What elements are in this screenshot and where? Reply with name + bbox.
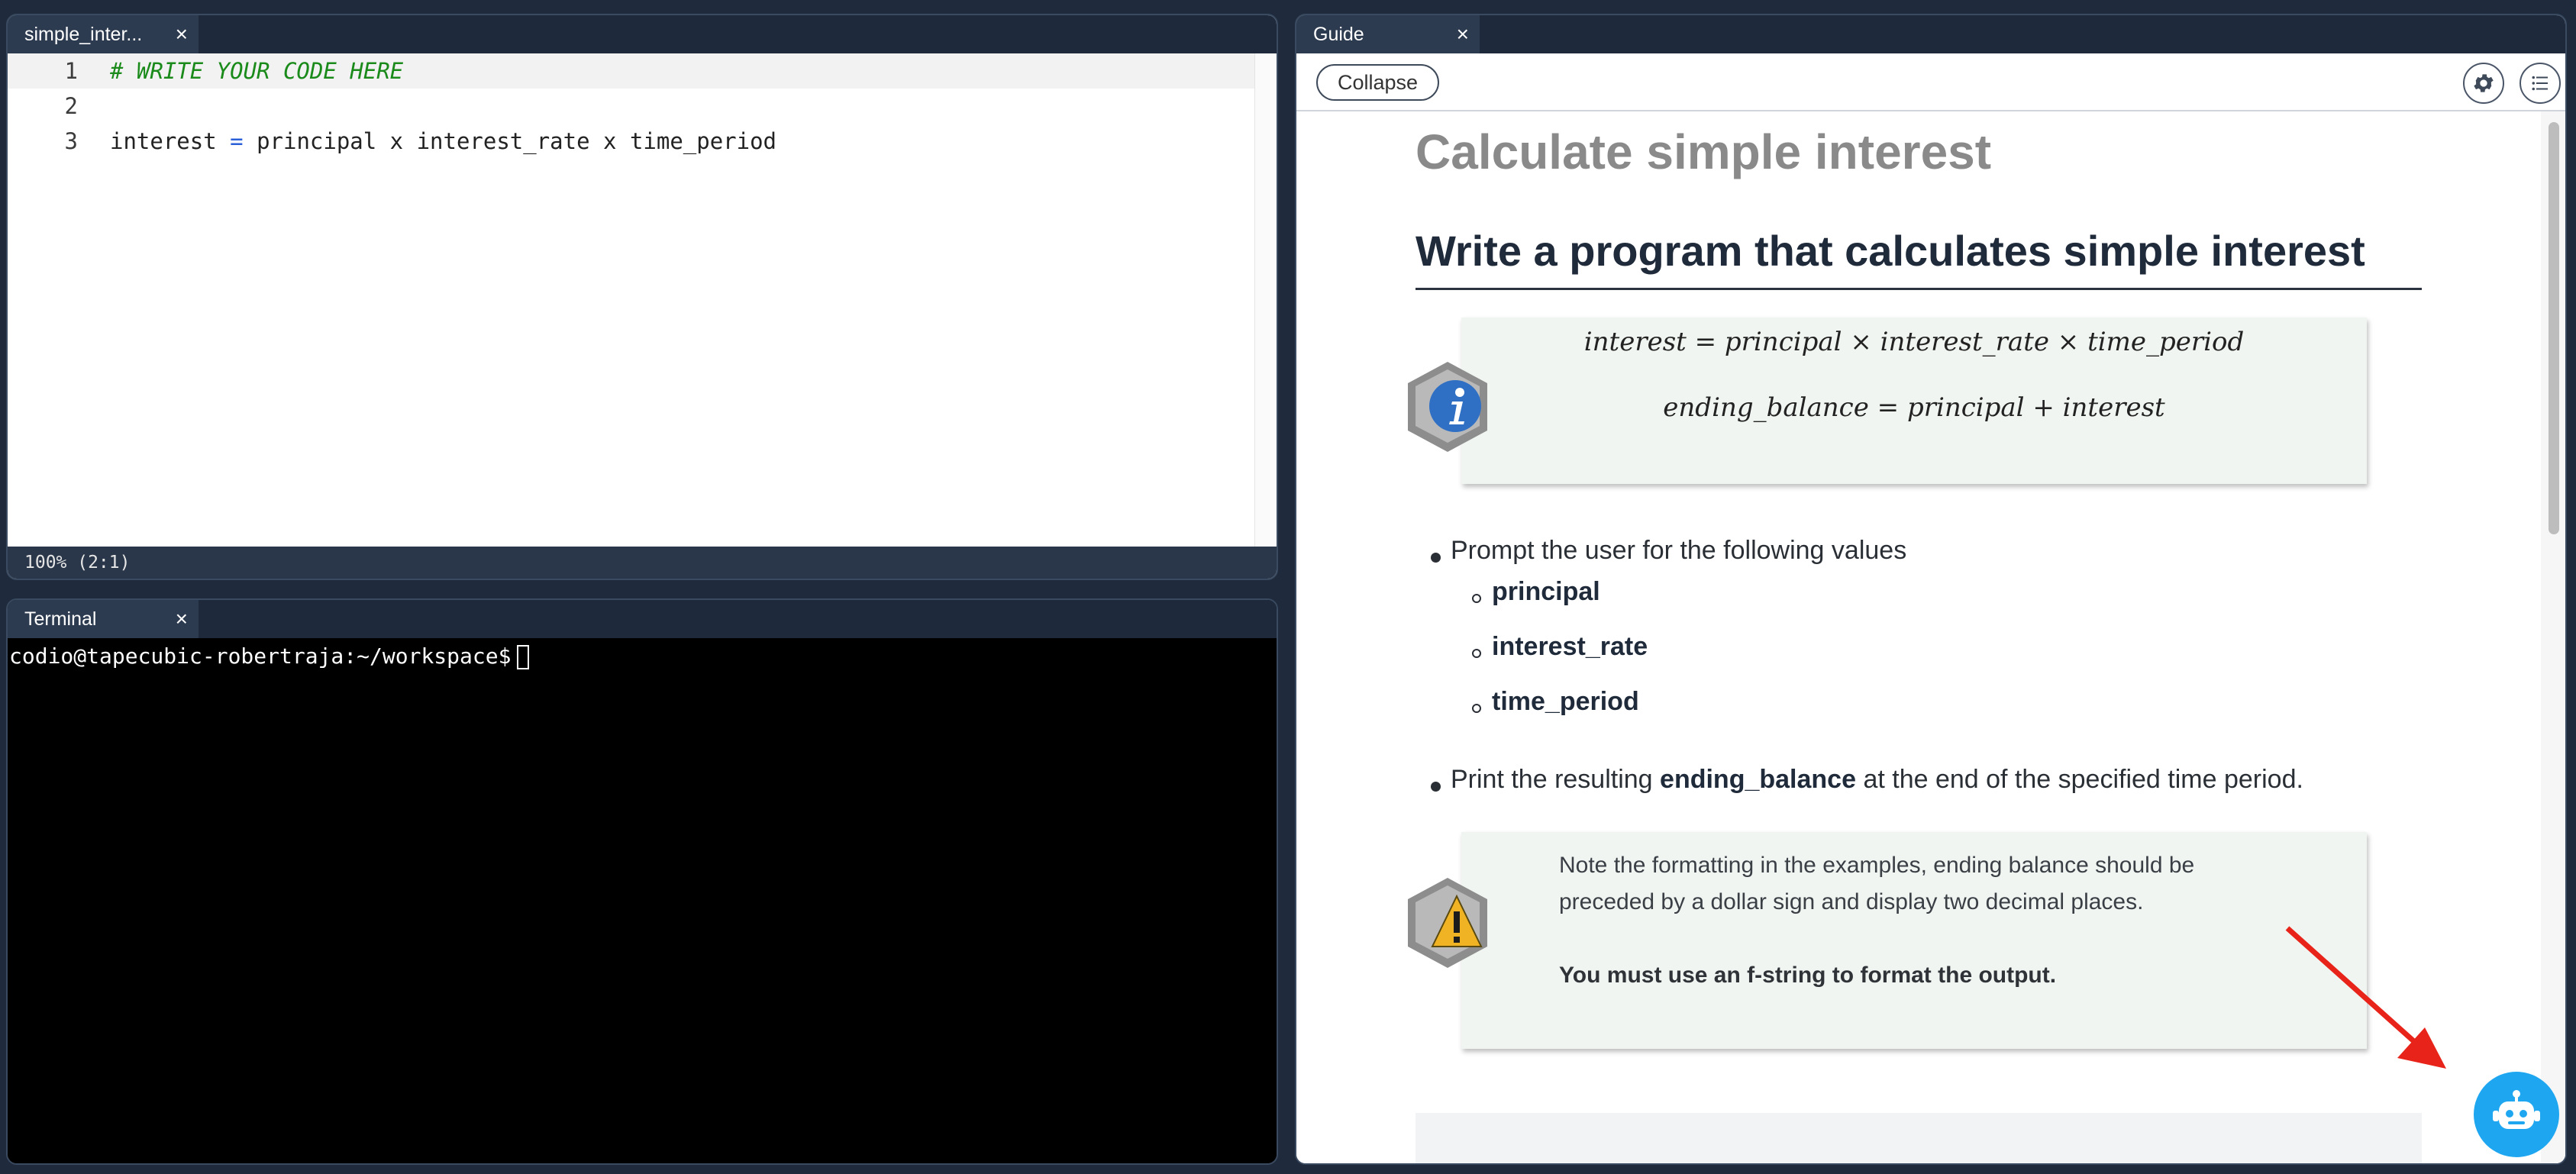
info-callout: interest = principal × interest_rate × t… bbox=[1461, 318, 2367, 484]
terminal-tab[interactable]: Terminal × bbox=[8, 600, 199, 638]
red-arrow-annotation bbox=[2285, 926, 2446, 1069]
sub-item-principal: principal bbox=[1492, 577, 1600, 606]
note-bold-line: You must use an f-string to format the o… bbox=[1559, 963, 2057, 988]
guide-tab[interactable]: Guide × bbox=[1296, 15, 1480, 53]
collapse-button[interactable]: Collapse bbox=[1316, 64, 1440, 101]
terminal-cursor bbox=[517, 645, 530, 669]
code-example-block bbox=[1416, 1113, 2422, 1163]
sub-bullet-ring bbox=[1472, 649, 1481, 658]
terminal-tab-bar: Terminal × bbox=[8, 600, 1277, 638]
code-expression: principal x interest_rate x time_period bbox=[257, 128, 776, 154]
robot-icon bbox=[2493, 1090, 2540, 1129]
terminal-body[interactable]: codio@tapecubic-robertraja:~/workspace$ bbox=[8, 638, 1277, 1163]
bullet-print-result: Print the resulting ending_balance at th… bbox=[1451, 765, 2303, 795]
editor-tab[interactable]: simple_inter... × bbox=[8, 15, 199, 53]
editor-tab-bar: simple_inter... × bbox=[8, 15, 1277, 53]
line-number: 2 bbox=[64, 93, 78, 119]
editor-tab-label: simple_inter... bbox=[24, 24, 143, 45]
code-line-formula[interactable]: interest = principal x interest_rate x t… bbox=[110, 124, 776, 159]
formula-interest: interest = principal × interest_rate × t… bbox=[1583, 327, 2245, 357]
line-number: 1 bbox=[64, 58, 78, 84]
settings-button[interactable] bbox=[2463, 63, 2504, 104]
list-icon bbox=[2532, 76, 2548, 91]
code-operator: = bbox=[216, 128, 257, 154]
page-title: Calculate simple interest bbox=[1416, 124, 1992, 179]
guide-tab-label: Guide bbox=[1313, 24, 1364, 45]
line-number: 3 bbox=[64, 128, 78, 154]
toc-button[interactable] bbox=[2520, 63, 2561, 104]
sub-item-time-period: time_period bbox=[1492, 687, 1639, 716]
bullet-text: at the end of the specified time period. bbox=[1856, 765, 2303, 794]
formula-ending-balance: ending_balance = principal + interest bbox=[1663, 392, 2165, 423]
guide-scrollbar[interactable] bbox=[2541, 111, 2565, 1163]
close-icon[interactable]: × bbox=[176, 600, 188, 638]
terminal-tab-label: Terminal bbox=[24, 608, 97, 630]
sub-bullet-ring bbox=[1472, 704, 1481, 713]
code-editor-panel: simple_inter... × 1 2 3 # WRITE YOUR COD… bbox=[6, 14, 1278, 580]
info-icon bbox=[1408, 362, 1487, 452]
guide-toolbar: Collapse bbox=[1296, 53, 2565, 111]
section-heading: Write a program that calculates simple i… bbox=[1416, 226, 2422, 290]
guide-tab-bar: Guide × bbox=[1296, 15, 2565, 53]
guide-scroll-thumb[interactable] bbox=[2549, 122, 2559, 534]
bullet-dot bbox=[1431, 782, 1441, 792]
bullet-text: Print the resulting bbox=[1451, 765, 1661, 794]
code-identifier: interest bbox=[110, 128, 217, 154]
warning-icon bbox=[1408, 878, 1487, 968]
sub-bullet-ring bbox=[1472, 594, 1481, 603]
editor-scrollbar[interactable] bbox=[1254, 53, 1277, 547]
bullet-prompt-values: Prompt the user for the following values bbox=[1451, 536, 1907, 565]
warning-callout: Note the formatting in the examples, end… bbox=[1461, 832, 2367, 1049]
close-icon[interactable]: × bbox=[176, 15, 188, 53]
code-area[interactable]: 1 2 3 # WRITE YOUR CODE HERE interest = … bbox=[8, 53, 1277, 547]
gear-icon bbox=[2474, 74, 2494, 92]
bullet-bold-term: ending_balance bbox=[1660, 765, 1856, 794]
ai-assistant-button[interactable] bbox=[2474, 1072, 2559, 1157]
terminal-prompt: codio@tapecubic-robertraja:~/workspace$ bbox=[9, 643, 512, 669]
code-line-comment[interactable]: # WRITE YOUR CODE HERE bbox=[110, 53, 403, 89]
terminal-panel: Terminal × codio@tapecubic-robertraja:~/… bbox=[6, 598, 1278, 1165]
bullet-dot bbox=[1431, 553, 1441, 563]
close-icon[interactable]: × bbox=[1457, 15, 1469, 53]
note-line: Note the formatting in the examples, end… bbox=[1559, 853, 2195, 878]
terminal-prompt-line: codio@tapecubic-robertraja:~/workspace$ bbox=[9, 640, 530, 673]
sub-item-interest-rate: interest_rate bbox=[1492, 632, 1648, 661]
note-line: preceded by a dollar sign and display tw… bbox=[1559, 889, 2144, 914]
editor-status-bar: 100% (2:1) bbox=[8, 547, 1277, 579]
